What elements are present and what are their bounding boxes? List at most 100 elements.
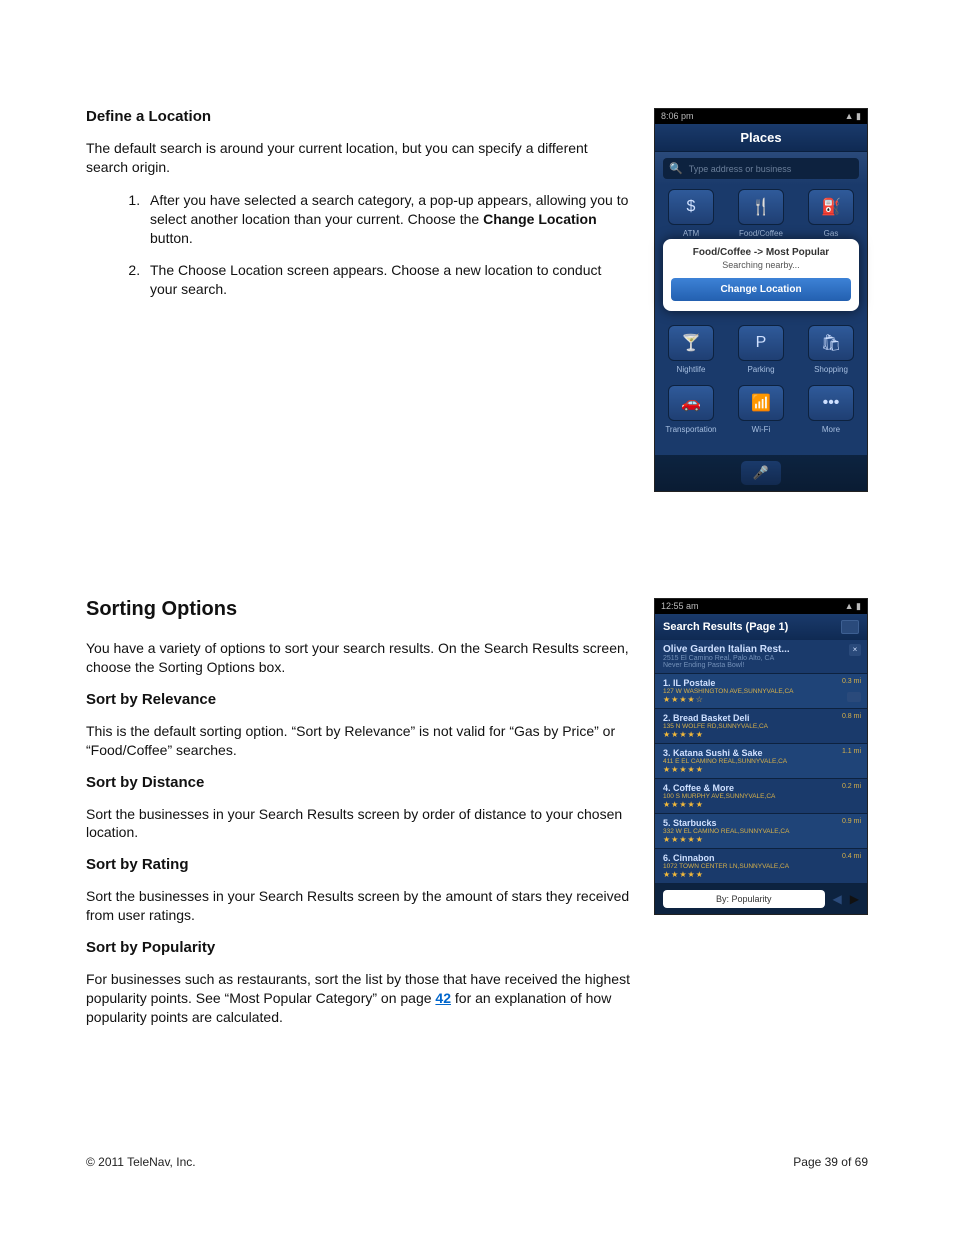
cat-shopping[interactable]: 🛍 Shopping bbox=[801, 325, 861, 374]
result-name: 5. Starbucks bbox=[663, 818, 859, 828]
dollar-icon: $ bbox=[668, 189, 714, 225]
result-address: 411 E EL CAMINO REAL,SUNNYVALE,CA bbox=[663, 758, 859, 765]
result-stars: ★★★★★ bbox=[663, 800, 859, 809]
result-name: 6. Cinnabon bbox=[663, 853, 859, 863]
result-row[interactable]: 4. Coffee & More100 S MURPHY AVE,SUNNYVA… bbox=[655, 779, 867, 814]
status-time: 8:06 pm bbox=[661, 111, 694, 122]
result-row[interactable]: 6. Cinnabon1072 TOWN CENTER LN,SUNNYVALE… bbox=[655, 849, 867, 884]
sorting-options-heading: Sorting Options bbox=[86, 598, 630, 621]
sponsored-result[interactable]: Olive Garden Italian Rest... 2515 El Cam… bbox=[655, 640, 867, 674]
search-results-screenshot: 12:55 am ▲ ▮ Search Results (Page 1) Oli… bbox=[654, 598, 868, 915]
cat-wifi[interactable]: 📶 Wi-Fi bbox=[731, 385, 791, 434]
result-name: 3. Katana Sushi & Sake bbox=[663, 748, 859, 758]
cat-food[interactable]: 🍴 Food/Coffee bbox=[731, 189, 791, 238]
sponsor-name: Olive Garden Italian Rest... bbox=[663, 644, 859, 655]
cat-atm-label: ATM bbox=[661, 229, 721, 238]
result-stars: ★★★★★ bbox=[663, 835, 859, 844]
wifi-icon: 📶 bbox=[738, 385, 784, 421]
places-title: Places bbox=[655, 124, 867, 152]
car-icon: 🚗 bbox=[668, 385, 714, 421]
step-1-text-b: button. bbox=[150, 230, 193, 246]
glass-icon: 🍸 bbox=[668, 325, 714, 361]
result-distance: 0.9 mi bbox=[842, 818, 861, 825]
cat-wifi-label: Wi-Fi bbox=[731, 425, 791, 434]
search-bar: 🔍 Type address or business bbox=[655, 152, 867, 185]
parking-icon: P bbox=[738, 325, 784, 361]
category-grid: $ ATM 🍴 Food/Coffee ⛽ Gas Food/Coffee ->… bbox=[655, 185, 867, 455]
result-row[interactable]: 1. IL Postale127 W WASHINGTON AVE,SUNNYV… bbox=[655, 674, 867, 709]
result-name: 4. Coffee & More bbox=[663, 783, 859, 793]
result-distance: 0.8 mi bbox=[842, 713, 861, 720]
result-distance: 0.3 mi bbox=[842, 678, 861, 685]
cat-parking-label: Parking bbox=[731, 365, 791, 374]
result-address: 135 N WOLFE RD,SUNNYVALE,CA bbox=[663, 723, 859, 730]
sorting-options-intro: You have a variety of options to sort yo… bbox=[86, 639, 630, 677]
sort-selector[interactable]: By: Popularity bbox=[663, 890, 825, 908]
sponsor-address: 2515 El Camino Real, Palo Alto, CA bbox=[663, 655, 859, 662]
sponsor-tagline: Never Ending Pasta Bowl! bbox=[663, 662, 859, 669]
search-input[interactable]: 🔍 Type address or business bbox=[663, 158, 859, 179]
result-stars: ★★★★★ bbox=[663, 765, 859, 774]
cat-transport[interactable]: 🚗 Transportation bbox=[661, 385, 721, 434]
copyright: © 2011 TeleNav, Inc. bbox=[86, 1155, 196, 1169]
sort-popularity-body: For businesses such as restaurants, sort… bbox=[86, 970, 630, 1027]
change-location-bold: Change Location bbox=[483, 211, 597, 227]
cat-more[interactable]: ••• More bbox=[801, 385, 861, 434]
cat-food-label: Food/Coffee bbox=[731, 229, 791, 238]
search-icon: 🔍 bbox=[669, 162, 683, 175]
microphone-icon: 🎤 bbox=[753, 465, 769, 481]
result-address: 332 W EL CAMINO REAL,SUNNYVALE,CA bbox=[663, 828, 859, 835]
result-row[interactable]: 5. Starbucks332 W EL CAMINO REAL,SUNNYVA… bbox=[655, 814, 867, 849]
sort-distance-body: Sort the businesses in your Search Resul… bbox=[86, 805, 630, 843]
gas-icon: ⛽ bbox=[808, 189, 854, 225]
cat-gas[interactable]: ⛽ Gas bbox=[801, 189, 861, 238]
sort-relevance-body: This is the default sorting option. “Sor… bbox=[86, 722, 630, 760]
cat-shopping-label: Shopping bbox=[801, 365, 861, 374]
page-42-link[interactable]: 42 bbox=[435, 990, 451, 1006]
popup-line2: Searching nearby... bbox=[671, 260, 851, 270]
mic-button[interactable]: 🎤 bbox=[741, 461, 781, 485]
result-row[interactable]: 3. Katana Sushi & Sake411 E EL CAMINO RE… bbox=[655, 744, 867, 779]
status-bar: 8:06 pm ▲ ▮ bbox=[655, 109, 867, 124]
signal-icon-2: ▲ ▮ bbox=[845, 601, 861, 612]
cat-parking[interactable]: P Parking bbox=[731, 325, 791, 374]
mic-bar: 🎤 bbox=[655, 455, 867, 491]
change-location-button[interactable]: Change Location bbox=[671, 278, 851, 301]
result-distance: 1.1 mi bbox=[842, 748, 861, 755]
define-location-intro: The default search is around your curren… bbox=[86, 139, 630, 177]
cat-atm[interactable]: $ ATM bbox=[661, 189, 721, 238]
map-icon[interactable] bbox=[841, 620, 859, 634]
cat-nightlife[interactable]: 🍸 Nightlife bbox=[661, 325, 721, 374]
step-1: After you have selected a search categor… bbox=[144, 191, 630, 248]
result-address: 1072 TOWN CENTER LN,SUNNYVALE,CA bbox=[663, 863, 859, 870]
status-time-2: 12:55 am bbox=[661, 601, 699, 612]
prev-arrow-icon[interactable]: ◀ bbox=[833, 892, 842, 906]
sort-relevance-heading: Sort by Relevance bbox=[86, 691, 630, 708]
cat-more-label: More bbox=[801, 425, 861, 434]
popup-line1: Food/Coffee -> Most Popular bbox=[671, 247, 851, 258]
status-bar-2: 12:55 am ▲ ▮ bbox=[655, 599, 867, 614]
sort-rating-heading: Sort by Rating bbox=[86, 856, 630, 873]
sort-bar: By: Popularity ◀ ▶ bbox=[655, 884, 867, 914]
define-location-heading: Define a Location bbox=[86, 108, 630, 125]
result-distance: 0.4 mi bbox=[842, 853, 861, 860]
result-stars: ★★★★☆ bbox=[663, 695, 859, 704]
page-number: Page 39 of 69 bbox=[793, 1155, 868, 1169]
search-placeholder: Type address or business bbox=[689, 164, 792, 174]
bag-icon: 🛍 bbox=[808, 325, 854, 361]
result-row[interactable]: 2. Bread Basket Deli135 N WOLFE RD,SUNNY… bbox=[655, 709, 867, 744]
cat-nightlife-label: Nightlife bbox=[661, 365, 721, 374]
result-name: 2. Bread Basket Deli bbox=[663, 713, 859, 723]
utensils-icon: 🍴 bbox=[738, 189, 784, 225]
places-screenshot: 8:06 pm ▲ ▮ Places 🔍 Type address or bus… bbox=[654, 108, 868, 492]
close-icon[interactable]: × bbox=[849, 644, 861, 656]
search-popup: Food/Coffee -> Most Popular Searching ne… bbox=[663, 239, 859, 311]
sort-rating-body: Sort the businesses in your Search Resul… bbox=[86, 887, 630, 925]
cat-gas-label: Gas bbox=[801, 229, 861, 238]
next-arrow-icon[interactable]: ▶ bbox=[850, 892, 859, 906]
search-results-titlebar: Search Results (Page 1) bbox=[655, 614, 867, 640]
define-location-steps: After you have selected a search categor… bbox=[86, 191, 630, 299]
result-name: 1. IL Postale bbox=[663, 678, 859, 688]
results-list: 1. IL Postale127 W WASHINGTON AVE,SUNNYV… bbox=[655, 674, 867, 884]
sort-popularity-heading: Sort by Popularity bbox=[86, 939, 630, 956]
